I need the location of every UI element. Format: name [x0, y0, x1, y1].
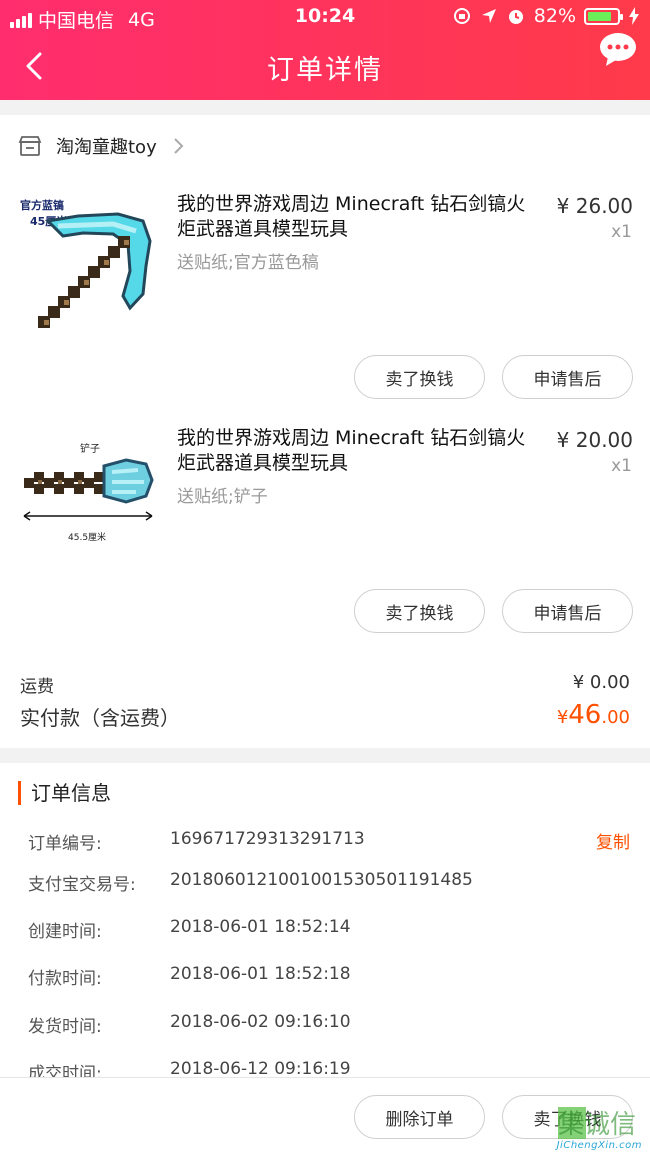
after-sale-button[interactable]: 申请售后	[502, 355, 633, 399]
copy-button[interactable]: 复制	[596, 828, 630, 853]
total-currency: ¥	[556, 707, 569, 728]
completed-time: 2018-06-12 09:16:19	[170, 1059, 351, 1079]
watermark-logo-text: 集诚信	[558, 1110, 636, 1140]
total-amount: ¥46.00	[557, 700, 630, 730]
product-thumbnail[interactable]: 铲子 45.5厘米	[18, 430, 158, 570]
thumb-label: 铲子	[80, 443, 100, 455]
product-name[interactable]: 我的世界游戏周边 Minecraft 钻石剑镐火炬武器道具模型玩具	[177, 192, 537, 242]
info-label: 创建时间:	[28, 922, 102, 942]
alarm-icon	[508, 10, 523, 24]
order-info-title: 订单信息	[18, 781, 111, 805]
shop-name: 淘淘童趣toy	[56, 137, 157, 158]
status-right: 82%	[452, 5, 640, 27]
total-label: 实付款（含运费）	[20, 706, 180, 730]
watermark-text: JiChengXin.com	[556, 1140, 642, 1151]
product-quantity: x1	[611, 222, 632, 242]
sell-button[interactable]: 卖了换钱	[354, 355, 485, 399]
created-time: 2018-06-01 18:52:14	[170, 917, 351, 937]
shop-link[interactable]: 淘淘童趣toy	[18, 133, 185, 159]
location-icon	[481, 9, 496, 23]
order-item[interactable]: 铲子 45.5厘米 我的世界游戏周边 Minecraft 钻石剑镐火炬武器道具模…	[0, 426, 650, 660]
product-price: ¥ 26.00	[556, 194, 633, 218]
info-label: 订单编号:	[28, 834, 102, 854]
shipping-value: ¥ 0.00	[572, 672, 630, 693]
orientation-lock-icon	[453, 8, 470, 24]
total-decimal: .00	[601, 707, 630, 728]
info-label: 发货时间:	[28, 1017, 102, 1037]
page-title: 订单详情	[267, 55, 383, 86]
alipay-trade-number: 2018060121001001530501191485	[170, 870, 473, 890]
after-sale-button[interactable]: 申请售后	[502, 589, 633, 633]
chevron-right-icon	[174, 138, 184, 154]
nav-bar: 订单详情	[0, 33, 650, 100]
order-item[interactable]: 官方蓝镐 45厘米 我的世界游戏周边 Minecraft 钻石剑镐火炬武器道具模…	[0, 192, 650, 426]
product-sku: 送贴纸;铲子	[177, 487, 268, 507]
product-thumbnail[interactable]: 官方蓝镐 45厘米	[18, 196, 158, 336]
status-bar: 中国电信 4G 10:24 82%	[0, 0, 650, 34]
total-integer: 46	[568, 700, 602, 730]
charging-icon	[629, 7, 639, 25]
chat-bubble-icon[interactable]	[598, 30, 638, 70]
battery-icon	[584, 7, 623, 25]
shipped-time: 2018-06-02 09:16:10	[170, 1012, 351, 1032]
sell-button[interactable]: 卖了换钱	[354, 589, 485, 633]
product-quantity: x1	[611, 456, 632, 476]
product-name[interactable]: 我的世界游戏周边 Minecraft 钻石剑镐火炬武器道具模型玩具	[177, 426, 537, 476]
info-label: 付款时间:	[28, 969, 102, 989]
product-price: ¥ 20.00	[556, 428, 633, 452]
thumb-label: 官方蓝镐	[20, 198, 64, 212]
paid-time: 2018-06-01 18:52:18	[170, 964, 351, 984]
product-sku: 送贴纸;官方蓝色稿	[177, 253, 319, 273]
thumb-label: 45.5厘米	[68, 531, 106, 543]
info-label: 支付宝交易号:	[28, 875, 136, 895]
header: 中国电信 4G 10:24 82% 订单详情	[0, 0, 650, 100]
order-number: 169671729313291713	[170, 829, 365, 849]
store-icon	[18, 136, 42, 156]
battery-percent: 82%	[533, 5, 576, 27]
delete-order-button[interactable]: 删除订单	[354, 1095, 485, 1139]
shipping-label: 运费	[20, 677, 54, 697]
